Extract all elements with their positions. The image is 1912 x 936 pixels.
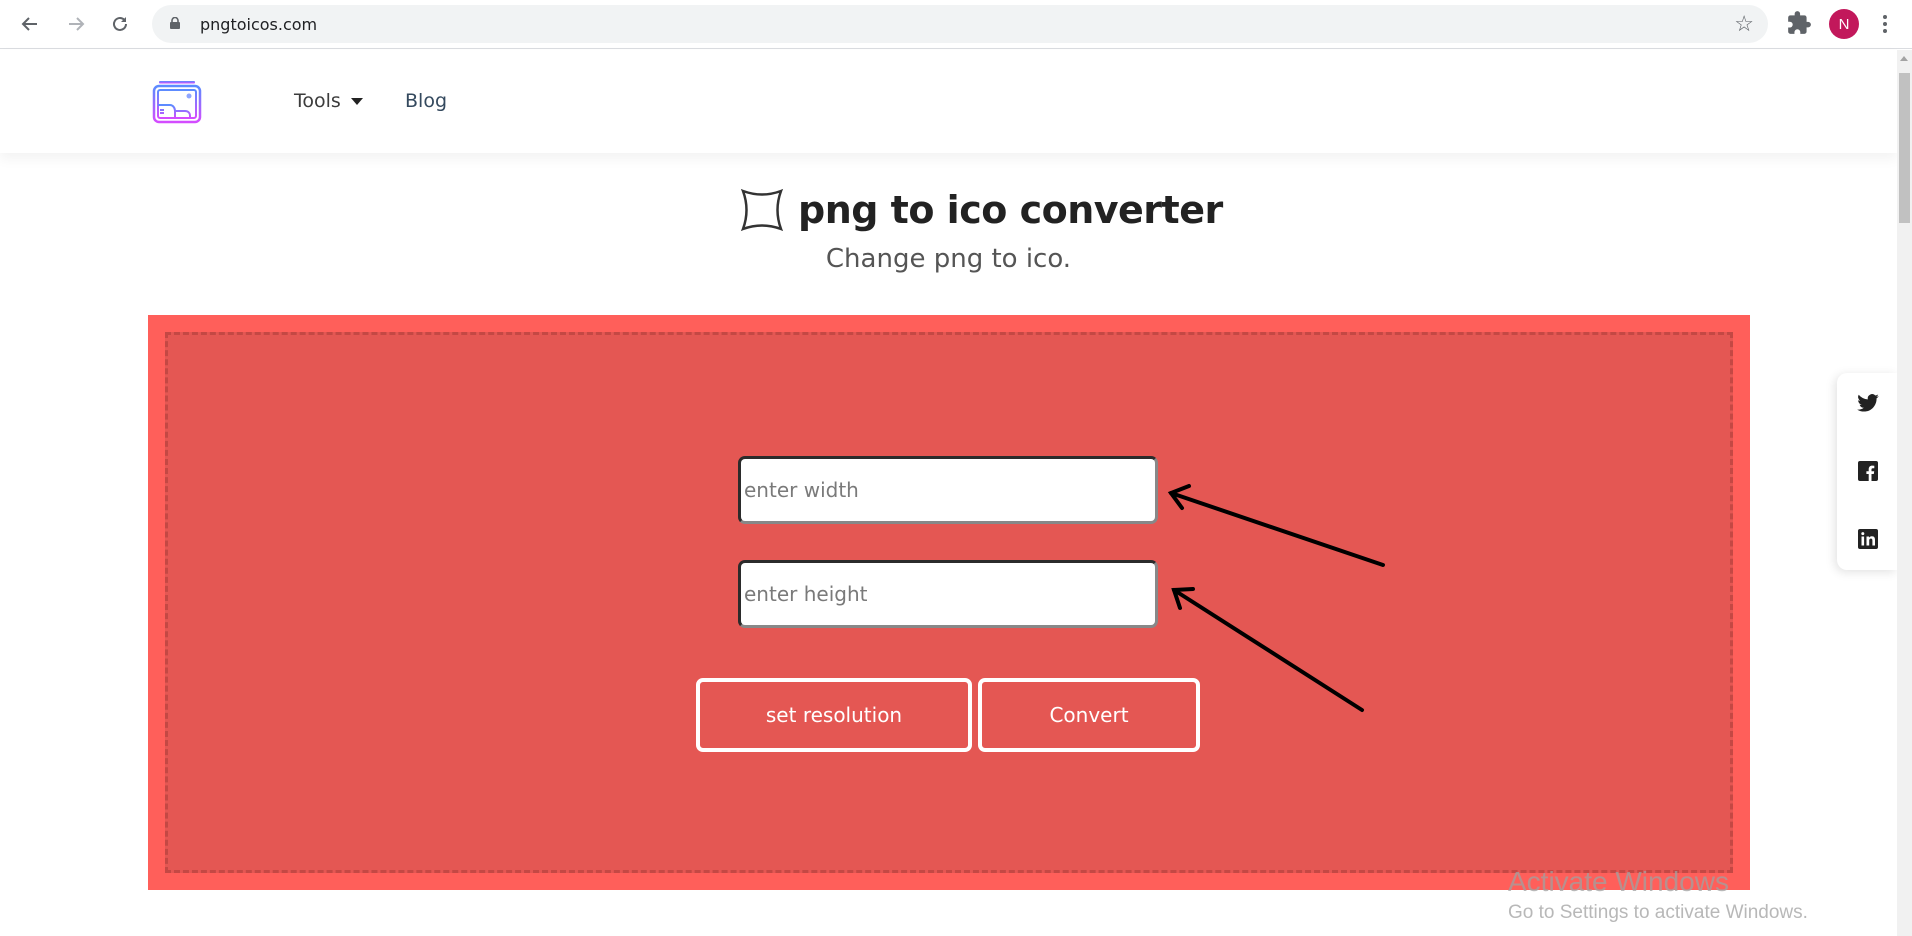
linkedin-icon[interactable] — [1856, 527, 1880, 551]
page-heading: png to ico converter — [740, 188, 1223, 232]
set-resolution-button[interactable]: set resolution — [696, 678, 972, 752]
back-icon[interactable] — [16, 10, 44, 38]
browser-toolbar: pngtoicos.com ☆ N — [0, 0, 1912, 49]
url-text[interactable]: pngtoicos.com — [200, 15, 317, 34]
social-share-bar — [1837, 373, 1897, 570]
watermark-title: Activate Windows — [1508, 866, 1729, 897]
height-input[interactable] — [738, 560, 1158, 628]
lock-icon — [170, 17, 180, 29]
scroll-up-arrow-icon[interactable] — [1900, 56, 1908, 61]
scrollbar-thumb[interactable] — [1899, 73, 1910, 223]
profile-avatar[interactable]: N — [1829, 9, 1859, 39]
extensions-icon[interactable] — [1786, 10, 1812, 41]
page-title: png to ico converter — [798, 188, 1223, 232]
nav-tools-dropdown[interactable]: Tools — [294, 90, 363, 112]
convert-button[interactable]: Convert — [978, 678, 1200, 752]
reload-icon[interactable] — [106, 10, 134, 38]
converter-icon — [740, 188, 784, 232]
nav-tools-label: Tools — [294, 90, 341, 112]
caret-down-icon — [350, 97, 363, 105]
windows-activation-watermark: Activate Windows Go to Settings to activ… — [1508, 866, 1808, 924]
width-input[interactable] — [738, 456, 1158, 524]
address-bar[interactable]: pngtoicos.com ☆ — [152, 5, 1768, 43]
page-subtitle: Change png to ico. — [825, 244, 1072, 274]
bookmark-star-icon[interactable]: ☆ — [1734, 11, 1754, 37]
page-scrollbar[interactable] — [1897, 50, 1912, 936]
site-header: Tools Blog — [0, 50, 1897, 153]
watermark-subtitle: Go to Settings to activate Windows. — [1508, 902, 1808, 923]
site-logo[interactable] — [152, 80, 202, 129]
forward-icon[interactable] — [62, 10, 90, 38]
nav-blog-link[interactable]: Blog — [405, 90, 447, 112]
menu-icon[interactable] — [1880, 10, 1890, 38]
facebook-icon[interactable] — [1856, 459, 1880, 483]
twitter-icon[interactable] — [1856, 391, 1880, 415]
